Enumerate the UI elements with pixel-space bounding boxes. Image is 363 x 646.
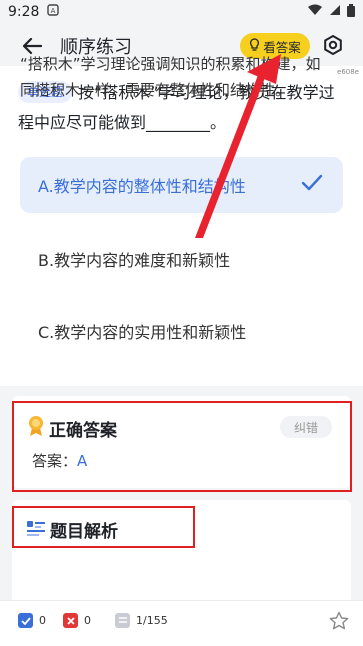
annotation-arrow [195,54,281,238]
wrong-count-value: 0 [84,614,91,627]
correct-count-value: 0 [39,614,46,627]
favorite-star-icon[interactable] [329,611,349,635]
list-icon [115,613,130,628]
progress-value: 1/155 [136,614,168,627]
correct-count[interactable]: 0 [18,613,46,628]
cross-icon [63,613,78,628]
bottom-bar: 0 0 1/155 [0,600,363,646]
question-progress[interactable]: 1/155 [115,613,168,628]
wrong-count[interactable]: 0 [63,613,91,628]
check-icon [18,613,33,628]
